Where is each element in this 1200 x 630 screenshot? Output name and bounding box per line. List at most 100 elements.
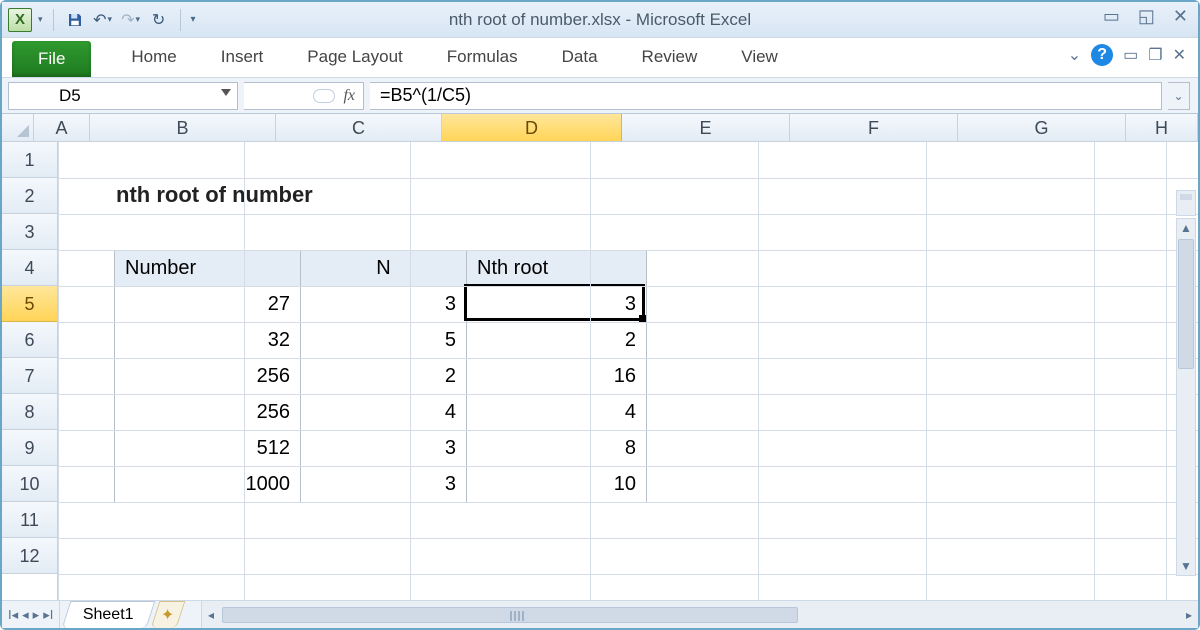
redo-button[interactable]: ↷▾ [120,9,142,31]
save-icon [66,11,84,29]
row-header-6[interactable]: 6 [2,322,57,358]
tab-file[interactable]: File [12,41,91,77]
row-header-1[interactable]: 1 [2,142,57,178]
sheet-tab-active[interactable]: Sheet1 [62,601,155,628]
new-sheet-icon: ✦ [161,605,174,625]
header-nth-root[interactable]: Nth root [467,251,647,287]
cell-n[interactable]: 3 [301,431,467,467]
column-header-g[interactable]: G [958,114,1126,141]
cells-area[interactable]: nth root of number Number N Nth root 273… [58,142,1198,600]
cancel-formula-icon[interactable] [313,89,335,103]
name-box[interactable]: D5 [8,82,238,110]
tab-page-layout[interactable]: Page Layout [285,39,424,77]
cell-n[interactable]: 3 [301,467,467,503]
cell-number[interactable]: 256 [115,359,301,395]
vertical-scroll-thumb[interactable] [1178,239,1194,369]
qat-menu-chevron-icon[interactable]: ▾ [38,14,43,25]
help-icon: ? [1097,46,1107,64]
cell-n[interactable]: 2 [301,359,467,395]
cell-n[interactable]: 3 [301,287,467,323]
cell-n[interactable]: 5 [301,323,467,359]
row-header-8[interactable]: 8 [2,394,57,430]
tab-view[interactable]: View [719,39,800,77]
vertical-scrollbar[interactable]: ▲ ▼ [1176,218,1196,576]
header-n[interactable]: N [301,251,467,287]
cell-root[interactable]: 10 [467,467,647,503]
row-header-3[interactable]: 3 [2,214,57,250]
prev-sheet-button[interactable]: ◂ [22,607,29,623]
tab-review[interactable]: Review [620,39,720,77]
title-bar: X ▾ ↶▾ ↷▾ ↻ ▾ nth root of number.xlsx - … [2,2,1198,38]
scroll-down-arrow-icon[interactable]: ▼ [1177,557,1195,575]
formula-bar-row: D5 fx =B5^(1/C5) ⌄ [2,78,1198,114]
horizontal-scroll-track[interactable] [220,607,1180,623]
table-row: 2733 [115,287,647,323]
minimize-button[interactable]: ▭ [1103,6,1120,27]
expand-formula-bar-button[interactable]: ⌄ [1168,82,1190,110]
select-all-corner[interactable] [2,114,34,141]
horizontal-scrollbar[interactable]: ◂ ▸ [201,601,1198,628]
table-row: 25644 [115,395,647,431]
workbook-minimize-button[interactable]: ▭ [1123,45,1138,65]
cell-number[interactable]: 1000 [115,467,301,503]
row-header-10[interactable]: 10 [2,466,57,502]
cell-number[interactable]: 256 [115,395,301,431]
column-header-f[interactable]: F [790,114,958,141]
cell-root[interactable]: 16 [467,359,647,395]
tab-home[interactable]: Home [109,39,198,77]
row-header-12[interactable]: 12 [2,538,57,574]
header-number[interactable]: Number [115,251,301,287]
row-header-5[interactable]: 5 [2,286,57,322]
cell-root[interactable]: 8 [467,431,647,467]
excel-logo-icon[interactable]: X [8,8,32,32]
ribbon-minimize-chevron-icon[interactable]: ⌄ [1068,45,1081,65]
row-header-11[interactable]: 11 [2,502,57,538]
last-sheet-button[interactable]: ▸I [43,607,53,623]
qat-customize-chevron-icon[interactable]: ▾ [191,14,196,25]
save-button[interactable] [64,9,86,31]
tab-insert[interactable]: Insert [199,39,286,77]
row-header-7[interactable]: 7 [2,358,57,394]
help-button[interactable]: ? [1091,44,1113,66]
column-header-h[interactable]: H [1126,114,1198,141]
cell-root[interactable]: 4 [467,395,647,431]
column-header-c[interactable]: C [276,114,442,141]
cell-root[interactable]: 3 [467,287,647,323]
maximize-button[interactable]: ◱ [1138,6,1155,27]
sheet-title-cell[interactable]: nth root of number [116,182,313,208]
cell-n[interactable]: 4 [301,395,467,431]
formula-input[interactable]: =B5^(1/C5) [370,82,1162,110]
column-header-d[interactable]: D [442,114,622,141]
close-button[interactable]: ✕ [1173,6,1188,27]
cell-number[interactable]: 27 [115,287,301,323]
row-header-9[interactable]: 9 [2,430,57,466]
cell-number[interactable]: 512 [115,431,301,467]
cell-root[interactable]: 2 [467,323,647,359]
table-row: 51238 [115,431,647,467]
next-sheet-button[interactable]: ▸ [33,607,40,623]
column-header-b[interactable]: B [90,114,276,141]
new-sheet-button[interactable]: ✦ [151,601,186,628]
cell-number[interactable]: 32 [115,323,301,359]
column-header-a[interactable]: A [34,114,90,141]
horizontal-scroll-thumb[interactable] [222,607,798,623]
undo-button[interactable]: ↶▾ [92,9,114,31]
tab-data[interactable]: Data [540,39,620,77]
workbook-restore-button[interactable]: ❐ [1148,45,1162,65]
scroll-grip-icon [510,611,524,621]
scroll-up-arrow-icon[interactable]: ▲ [1177,219,1195,237]
insert-function-button[interactable]: fx [343,87,355,105]
scroll-left-arrow-icon[interactable]: ◂ [202,606,220,624]
tab-formulas[interactable]: Formulas [425,39,540,77]
scroll-right-arrow-icon[interactable]: ▸ [1180,606,1198,624]
row-header-4[interactable]: 4 [2,250,57,286]
row-header-2[interactable]: 2 [2,178,57,214]
row-headers: 123456789101112 [2,142,58,600]
window-controls: ▭ ◱ ✕ [1103,6,1188,27]
refresh-button[interactable]: ↻ [148,9,170,31]
name-box-dropdown-icon[interactable] [221,89,231,96]
first-sheet-button[interactable]: I◂ [8,607,18,623]
workbook-close-button[interactable]: ✕ [1173,45,1186,65]
split-handle[interactable] [1176,190,1196,216]
column-header-e[interactable]: E [622,114,790,141]
